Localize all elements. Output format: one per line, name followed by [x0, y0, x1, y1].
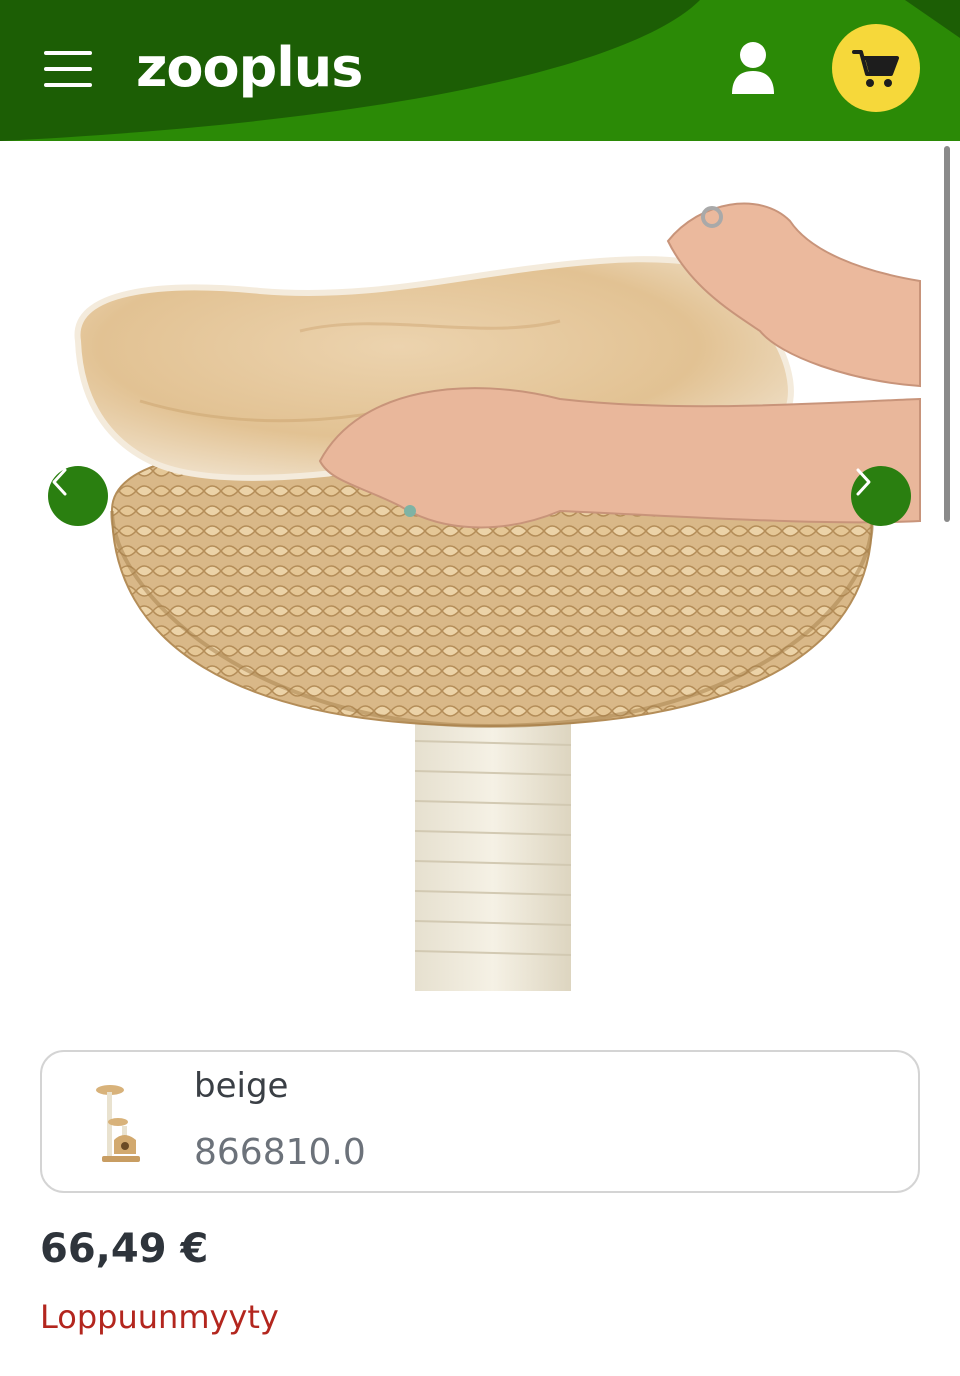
zooplus-logo[interactable]: zooplus	[136, 30, 363, 106]
variant-name: beige	[194, 1066, 289, 1106]
next-image-button[interactable]	[851, 466, 911, 526]
menu-button[interactable]	[40, 46, 96, 92]
product-image	[74, 202, 921, 991]
product-price: 66,49 €	[40, 1226, 209, 1272]
stock-status: Loppuunmyyty	[40, 1298, 279, 1336]
variant-selector-card[interactable]: beige 866810.0	[40, 1050, 920, 1193]
chevron-left-icon	[52, 468, 67, 496]
cat-tree-thumbnail	[96, 1085, 140, 1162]
cart-button[interactable]	[832, 24, 920, 112]
previous-image-button[interactable]	[48, 466, 108, 526]
account-button[interactable]	[726, 40, 780, 96]
page-scrollbar[interactable]	[944, 146, 950, 522]
site-header: zooplus	[0, 0, 960, 141]
user-icon	[732, 42, 774, 94]
hamburger-menu-icon	[44, 51, 92, 55]
variant-sku: 866810.0	[194, 1132, 366, 1173]
chevron-right-icon	[856, 468, 871, 496]
product-image-gallery[interactable]	[0, 141, 940, 991]
shopping-cart-icon	[852, 50, 899, 87]
